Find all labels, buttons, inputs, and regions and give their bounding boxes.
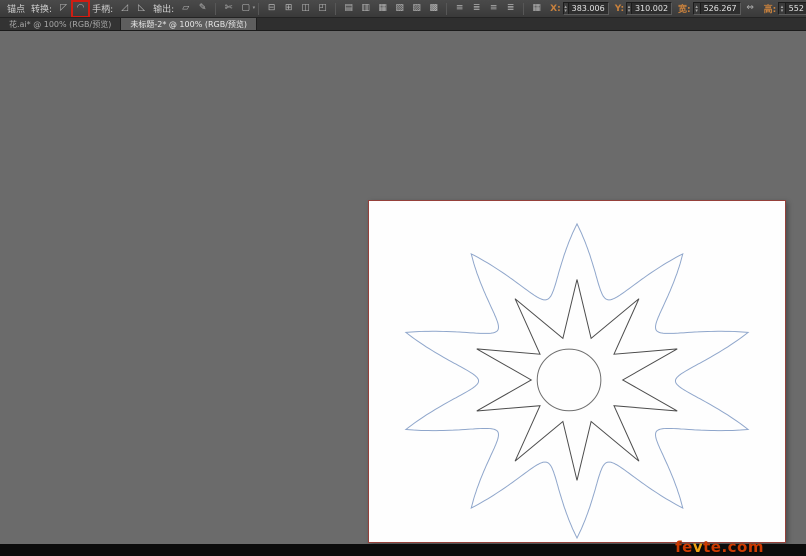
watermark-text: te.com — [703, 538, 764, 556]
distribute-vertical-center-icon[interactable]: ≣ — [469, 2, 484, 16]
x-position-group: X: ▴ ▾ 383.006 — [546, 2, 609, 15]
center-circle[interactable] — [536, 348, 602, 412]
toolbar-separator — [523, 2, 525, 15]
toolbar-separator — [446, 2, 448, 15]
illustrator-window: 锚点 转换: ◸ ◠ 手柄: ◿ ◺ 输出: ▱ ✎ ✄ ▢ ▾ ⊟ ⊞ ◫ ◰ ▤ ▥ ▦ ▧ ▨ ▩ ≡ ≣ ≡ ≣ ▦ X: ▴ ▾ 3… — [0, 0, 806, 556]
align-bottom-icon[interactable]: ▩ — [426, 2, 441, 16]
distribute-bottom-icon[interactable]: ≡ — [486, 2, 501, 16]
anchor-label: 锚点 — [7, 5, 26, 15]
toolbar-separator — [258, 2, 260, 15]
document-tab-bar: 花.ai* @ 100% (RGB/预览) 未标题-2* @ 100% (RGB… — [0, 18, 806, 31]
width-label: 宽: — [678, 5, 691, 15]
handles-label: 手柄: — [92, 5, 114, 15]
align-vertical-center-icon[interactable]: ▨ — [409, 2, 424, 16]
width-value: 526.267 — [703, 4, 737, 13]
toolbar-separator — [335, 2, 337, 15]
align-horizontal-center-icon[interactable]: ▥ — [358, 2, 373, 16]
tab-label: 未标题-2* @ 100% (RGB/预览) — [130, 19, 248, 29]
arrange-documents-4-icon[interactable]: ◰ — [315, 2, 330, 16]
arrange-documents-3-icon[interactable]: ◫ — [298, 2, 313, 16]
y-position-value: 310.002 — [634, 4, 669, 13]
distribute-left-icon[interactable]: ≣ — [503, 2, 518, 16]
x-position-label: X: — [550, 3, 561, 14]
y-position-group: Y: ▴ ▾ 310.002 — [611, 2, 673, 15]
artwork-canvas[interactable] — [369, 201, 785, 542]
handles-hide-icon[interactable]: ◺ — [134, 2, 149, 16]
watermark-text: v — [692, 538, 704, 556]
y-position-field[interactable]: ▴ ▾ 310.002 — [626, 2, 673, 15]
arrange-documents-1-icon[interactable]: ⊟ — [264, 2, 279, 16]
align-left-icon[interactable]: ▤ — [341, 2, 356, 16]
handles-show-icon[interactable]: ◿ — [117, 2, 132, 16]
watermark-text: fe — [675, 538, 693, 556]
cut-path-icon[interactable]: ✄ — [221, 2, 236, 16]
convert-to-corner-icon[interactable]: ◸ — [56, 2, 71, 16]
align-right-icon[interactable]: ▦ — [375, 2, 390, 16]
convert-to-smooth-icon[interactable]: ◠ — [73, 2, 88, 16]
height-field[interactable]: ▴▾552 px — [778, 2, 806, 15]
tab-label: 花.ai* @ 100% (RGB/预览) — [9, 19, 112, 29]
width-group: 宽: ▴ ▾ 526.267 — [674, 2, 741, 15]
flower-outline-path[interactable] — [404, 222, 750, 540]
anchor-control-bar: 锚点 转换: ◸ ◠ 手柄: ◿ ◺ 输出: ▱ ✎ ✄ ▢ ▾ ⊟ ⊞ ◫ ◰ ▤ ▥ ▦ ▧ ▨ ▩ ≡ ≣ ≡ ≣ ▦ X: ▴ ▾ 3… — [0, 0, 806, 18]
arrange-documents-2-icon[interactable]: ⊞ — [281, 2, 296, 16]
constrain-proportions-icon[interactable]: ⇔ — [743, 2, 758, 16]
x-position-field[interactable]: ▴ ▾ 383.006 — [562, 2, 609, 15]
document-tab-untitled2[interactable]: 未标题-2* @ 100% (RGB/预览) — [121, 18, 258, 30]
convert-label: 转换: — [31, 5, 53, 15]
select-menu-icon[interactable]: ▢ ▾ — [238, 2, 256, 16]
spinner-icon[interactable]: ▴ ▾ — [693, 3, 701, 14]
watermark: fevte.com — [675, 538, 764, 556]
height-label: 高: — [763, 5, 777, 15]
align-top-icon[interactable]: ▧ — [392, 2, 407, 16]
height-value: 552 px — [788, 4, 806, 13]
output-label: 输出: — [153, 5, 175, 15]
output-shape-icon[interactable]: ▱ — [178, 2, 193, 16]
width-field[interactable]: ▴ ▾ 526.267 — [692, 2, 741, 15]
chevron-down-icon: ▾ — [252, 4, 256, 11]
toolbar-separator — [215, 2, 217, 15]
reference-point-icon[interactable]: ▦ — [529, 2, 544, 16]
document-tab-flower[interactable]: 花.ai* @ 100% (RGB/预览) — [0, 18, 122, 30]
y-position-label: Y: — [614, 3, 625, 14]
pasteboard[interactable] — [0, 31, 806, 544]
distribute-top-icon[interactable]: ≡ — [452, 2, 467, 16]
artboard[interactable] — [368, 200, 786, 543]
output-pen-icon[interactable]: ✎ — [195, 2, 210, 16]
star-path[interactable] — [476, 279, 678, 481]
x-position-value: 383.006 — [571, 4, 605, 13]
height-group: 高:▴▾552 px — [760, 2, 806, 15]
